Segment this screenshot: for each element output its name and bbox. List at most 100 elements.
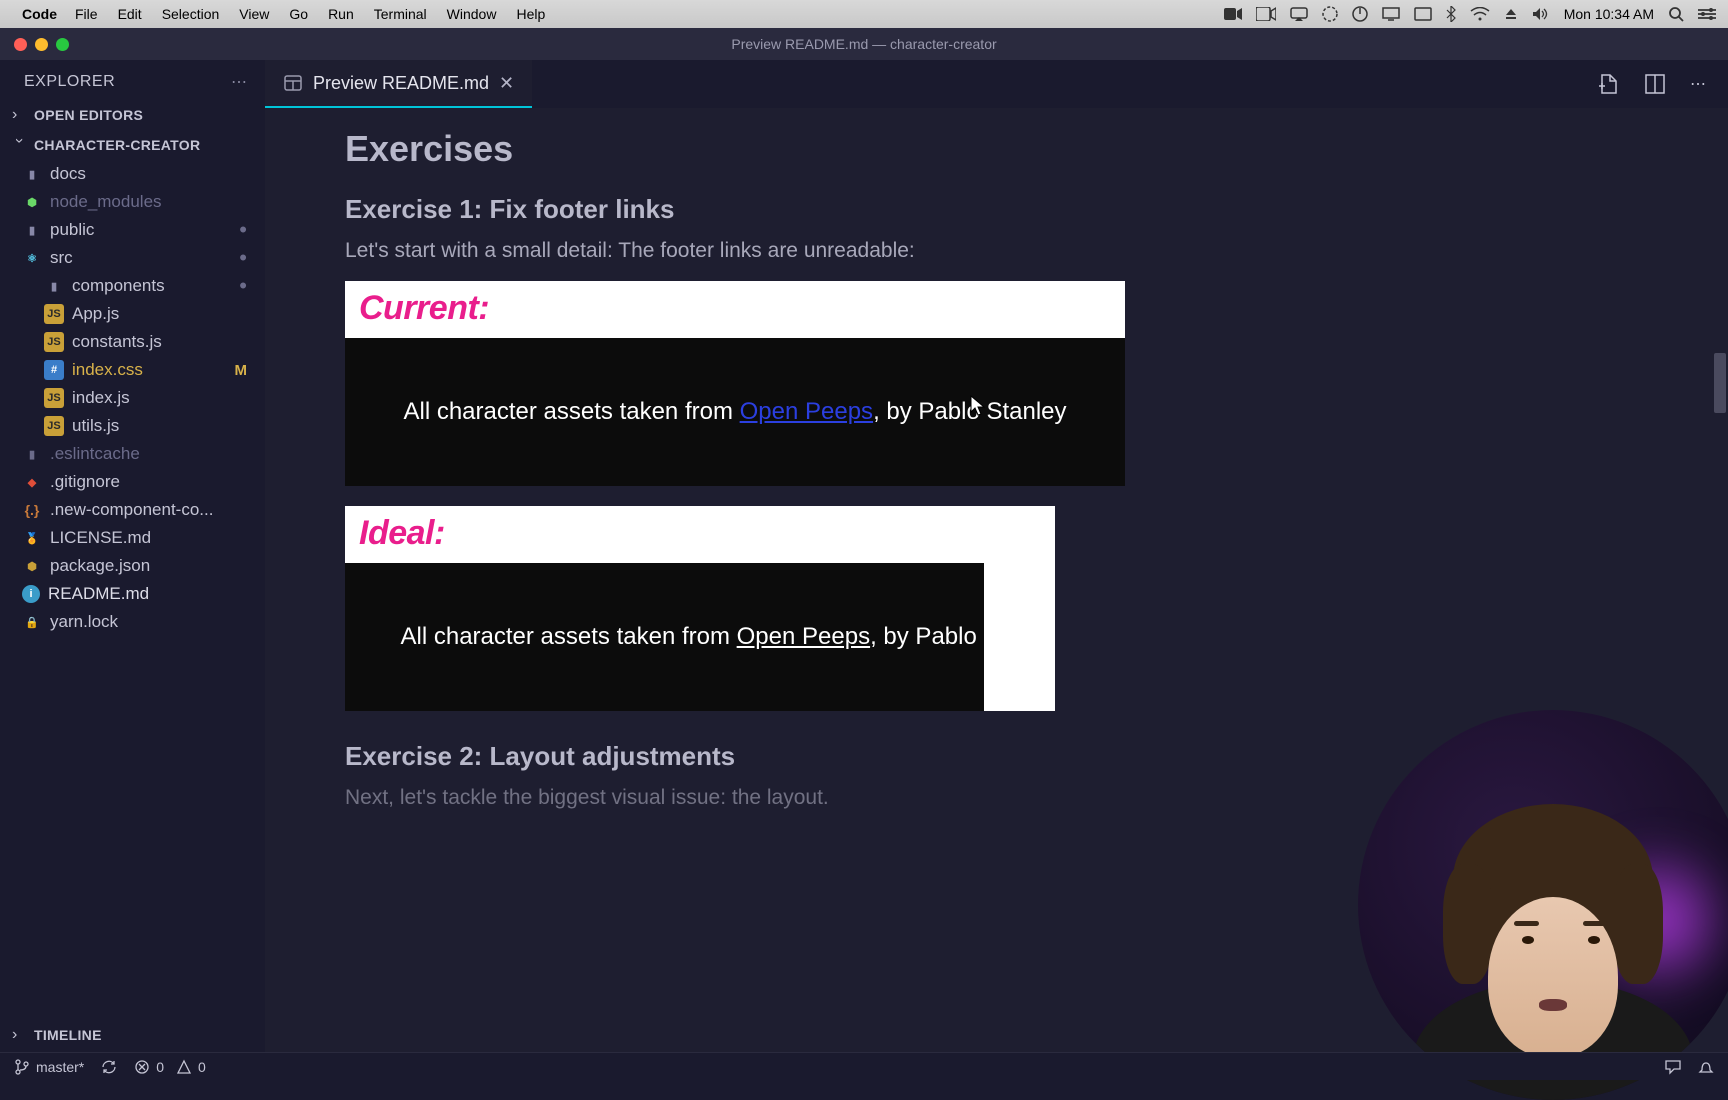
volume-icon[interactable] bbox=[1532, 7, 1550, 21]
bell-icon[interactable] bbox=[1698, 1059, 1714, 1075]
folder-icon: ▮ bbox=[22, 164, 42, 184]
folder-icon: ▮ bbox=[44, 276, 64, 296]
menu-help[interactable]: Help bbox=[516, 6, 545, 22]
info-icon: i bbox=[22, 585, 40, 603]
git-icon: ◆ bbox=[22, 472, 42, 492]
menu-selection[interactable]: Selection bbox=[162, 6, 220, 22]
show-source-icon[interactable] bbox=[1596, 72, 1620, 96]
tree-file-utils-js[interactable]: JSutils.js bbox=[0, 412, 265, 440]
scrollbar-thumb[interactable] bbox=[1714, 353, 1726, 413]
tree-folder-docs[interactable]: ▮docs bbox=[0, 160, 265, 188]
window-titlebar[interactable]: Preview README.md — character-creator bbox=[0, 28, 1728, 60]
lock-icon: 🔒 bbox=[22, 612, 42, 632]
menu-edit[interactable]: Edit bbox=[118, 6, 142, 22]
split-editor-icon[interactable] bbox=[1644, 73, 1666, 95]
open-editors-section[interactable]: › OPEN EDITORS bbox=[0, 100, 265, 130]
problems-errors[interactable]: 0 0 bbox=[134, 1059, 206, 1075]
feedback-icon[interactable] bbox=[1664, 1059, 1682, 1075]
menu-go[interactable]: Go bbox=[289, 6, 308, 22]
js-icon: JS bbox=[44, 416, 64, 436]
more-actions-icon[interactable]: ⋯ bbox=[1690, 74, 1708, 94]
footer-after: , by Pablo Stanley bbox=[873, 398, 1066, 425]
menu-window[interactable]: Window bbox=[447, 6, 497, 22]
maximize-window-button[interactable] bbox=[56, 38, 69, 51]
explorer-more-icon[interactable]: ⋯ bbox=[231, 72, 249, 92]
css-icon: # bbox=[44, 360, 64, 380]
file-icon: ▮ bbox=[22, 444, 42, 464]
footer-link-ideal[interactable]: Open Peeps bbox=[737, 623, 870, 650]
tree-file-index-js[interactable]: JS index.js bbox=[0, 384, 265, 412]
example-ideal: Ideal: All character assets taken from O… bbox=[345, 506, 1055, 711]
timer-icon[interactable] bbox=[1322, 6, 1338, 22]
control-center-icon[interactable] bbox=[1698, 8, 1716, 20]
camera-icon[interactable] bbox=[1256, 7, 1276, 21]
tree-label: .new-component-co... bbox=[50, 500, 213, 520]
ideal-label: Ideal: bbox=[345, 506, 1055, 563]
js-icon: JS bbox=[44, 332, 64, 352]
tree-folder-components[interactable]: ▮components• bbox=[0, 272, 265, 300]
tree-label: index.js bbox=[72, 388, 130, 408]
chevron-down-icon: › bbox=[10, 138, 28, 152]
tree-label: constants.js bbox=[72, 332, 162, 352]
tree-file-app-js[interactable]: JSApp.js bbox=[0, 300, 265, 328]
sync-icon bbox=[100, 1059, 118, 1075]
open-editors-label: OPEN EDITORS bbox=[34, 107, 143, 123]
tab-bar: Preview README.md ✕ ⋯ bbox=[265, 60, 1728, 108]
display-icon[interactable] bbox=[1382, 7, 1400, 21]
git-branch[interactable]: master* bbox=[14, 1059, 84, 1075]
window-title: Preview README.md — character-creator bbox=[731, 36, 996, 52]
menu-view[interactable]: View bbox=[239, 6, 269, 22]
timeline-section[interactable]: › TIMELINE bbox=[0, 1020, 265, 1050]
footer-link-current[interactable]: Open Peeps bbox=[740, 398, 873, 425]
minimize-window-button[interactable] bbox=[35, 38, 48, 51]
power-icon[interactable] bbox=[1352, 6, 1368, 22]
js-icon: JS bbox=[44, 388, 64, 408]
menu-run[interactable]: Run bbox=[328, 6, 354, 22]
heading-exercises: Exercises bbox=[345, 128, 1728, 170]
spotlight-icon[interactable] bbox=[1668, 6, 1684, 22]
tree-file-eslintcache[interactable]: ▮ .eslintcache bbox=[0, 440, 265, 468]
chevron-right-icon: › bbox=[12, 106, 26, 124]
tab-preview-readme[interactable]: Preview README.md ✕ bbox=[265, 60, 532, 108]
tree-folder-src[interactable]: ⚛ src • bbox=[0, 244, 265, 272]
footer-before: All character assets taken from bbox=[401, 623, 737, 650]
app-name[interactable]: Code bbox=[22, 6, 57, 22]
airplay-icon[interactable] bbox=[1290, 7, 1308, 21]
tree-file-constants-js[interactable]: JS constants.js bbox=[0, 328, 265, 356]
preview-icon bbox=[283, 73, 303, 93]
tree-file-index-css[interactable]: #index.cssM bbox=[0, 356, 265, 384]
facetime-icon[interactable] bbox=[1224, 7, 1242, 21]
tree-folder-node-modules[interactable]: ⬢node_modules bbox=[0, 188, 265, 216]
tree-label: .eslintcache bbox=[50, 444, 140, 464]
close-tab-icon[interactable]: ✕ bbox=[499, 73, 514, 94]
tree-label: package.json bbox=[50, 556, 150, 576]
tree-file-gitignore[interactable]: ◆.gitignore bbox=[0, 468, 265, 496]
example-current-body: All character assets taken from Open Pee… bbox=[345, 338, 1125, 486]
tree-label: src bbox=[50, 248, 73, 268]
braces-icon: {.} bbox=[22, 500, 42, 520]
project-section[interactable]: › CHARACTER-CREATOR bbox=[0, 130, 265, 160]
cert-icon: 🏅 bbox=[22, 528, 42, 548]
screen-mirror-icon[interactable] bbox=[1414, 7, 1432, 21]
tree-file-new-component[interactable]: {.} .new-component-co... bbox=[0, 496, 265, 524]
footer-after-cut: , by Pablo S bbox=[870, 623, 999, 650]
eject-icon[interactable] bbox=[1504, 7, 1518, 21]
close-window-button[interactable] bbox=[14, 38, 27, 51]
menu-terminal[interactable]: Terminal bbox=[374, 6, 427, 22]
tree-folder-public[interactable]: ▮public• bbox=[0, 216, 265, 244]
tree-file-package-json[interactable]: ⬢package.json bbox=[0, 552, 265, 580]
react-folder-icon: ⚛ bbox=[22, 248, 42, 268]
tree-file-readme[interactable]: iREADME.md bbox=[0, 580, 265, 608]
example-current: Current: All character assets taken from… bbox=[345, 281, 1125, 486]
hex-icon: ⬢ bbox=[22, 192, 42, 212]
menubar-clock[interactable]: Mon 10:34 AM bbox=[1564, 6, 1654, 22]
modified-dot-icon: • bbox=[239, 254, 247, 263]
tree-file-yarn-lock[interactable]: 🔒yarn.lock bbox=[0, 608, 265, 636]
timeline-label: TIMELINE bbox=[34, 1027, 102, 1043]
sync-button[interactable] bbox=[100, 1059, 118, 1075]
wifi-icon[interactable] bbox=[1470, 7, 1490, 21]
bluetooth-icon[interactable] bbox=[1446, 6, 1456, 22]
tree-file-license[interactable]: 🏅LICENSE.md bbox=[0, 524, 265, 552]
menu-file[interactable]: File bbox=[75, 6, 98, 22]
modified-m-icon: M bbox=[235, 362, 248, 379]
